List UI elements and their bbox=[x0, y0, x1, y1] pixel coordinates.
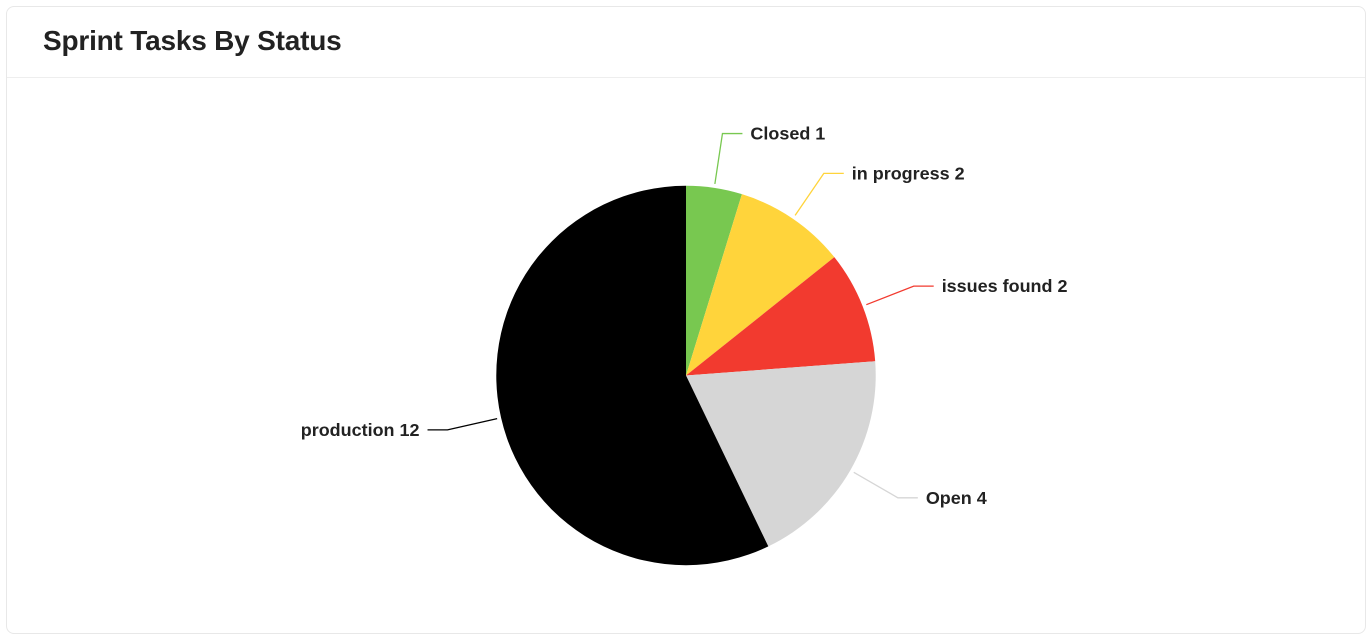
slice-label: in progress 2 bbox=[852, 163, 965, 183]
card-body: Closed 1 in progress 2 issues found 2 Open … bbox=[7, 78, 1365, 633]
sprint-tasks-card: Sprint Tasks By Status Closed 1 in progre… bbox=[6, 6, 1366, 634]
card-title: Sprint Tasks By Status bbox=[43, 25, 1329, 57]
leader-line bbox=[854, 472, 918, 497]
card-header: Sprint Tasks By Status bbox=[7, 7, 1365, 78]
slice-label: Closed 1 bbox=[750, 124, 825, 144]
leader-line bbox=[866, 286, 933, 305]
leader-line bbox=[428, 419, 498, 430]
slice-label: Open 4 bbox=[926, 488, 987, 508]
pie-chart: Closed 1 in progress 2 issues found 2 Open … bbox=[7, 78, 1365, 633]
slice-label: issues found 2 bbox=[942, 276, 1068, 296]
leader-line bbox=[795, 173, 844, 215]
slice-label: production 12 bbox=[301, 420, 420, 440]
leader-line bbox=[715, 134, 743, 184]
